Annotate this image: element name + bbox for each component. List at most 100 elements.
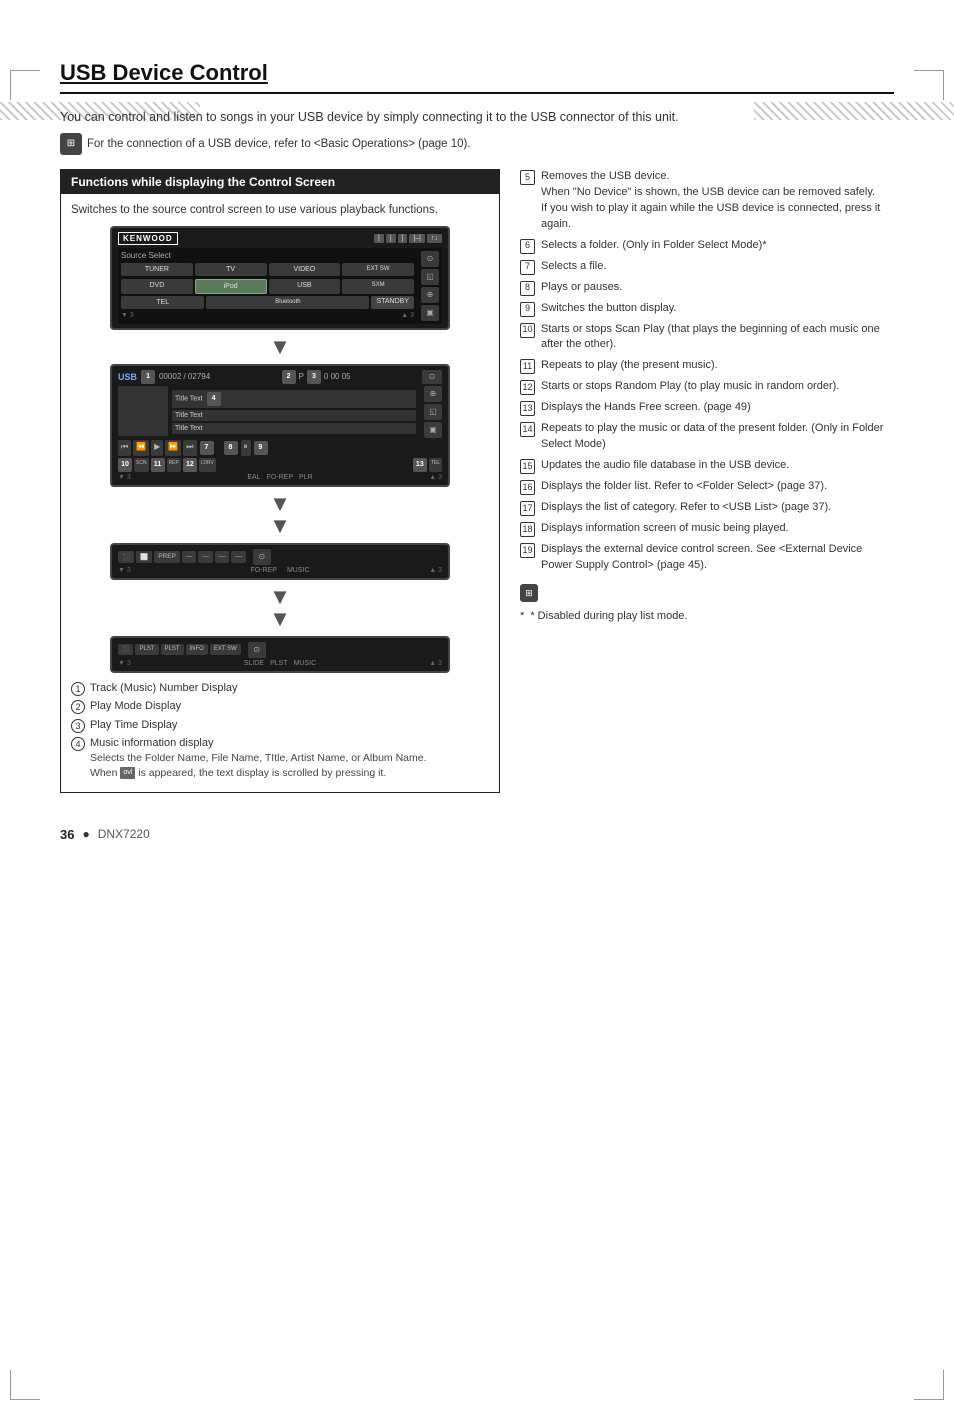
right-item-19: 19 Displays the external device control … — [520, 542, 894, 574]
sq-14: 14 — [520, 422, 535, 437]
uc-prev-prev[interactable]: ⏮ — [118, 440, 131, 456]
src-tel[interactable]: TEL — [121, 296, 204, 309]
src-ext[interactable]: EXT SW — [342, 263, 414, 276]
badge-9: 9 — [254, 441, 268, 455]
badge-12: 12 — [183, 458, 197, 472]
side-icon-2[interactable]: ◱ — [421, 269, 439, 285]
src-tuner[interactable]: TUNER — [121, 263, 193, 276]
right-item-9: 9 Switches the button display. — [520, 301, 894, 317]
right-item-6: 6 Selects a folder. (Only in Folder Sele… — [520, 238, 894, 254]
s3-prep[interactable]: PREP — [154, 551, 180, 563]
note-bottom: * * Disabled during play list mode. — [520, 610, 894, 622]
top-btn-5[interactable]: ↑↓ — [427, 234, 442, 243]
vol-right: ▲ 3 — [401, 312, 414, 319]
right-item-18: 18 Displays information screen of music … — [520, 521, 894, 537]
uc-tel[interactable]: TEL — [429, 458, 442, 472]
usb-side-icons: ⊕ ◱ ▣ — [424, 386, 442, 438]
src-sxm[interactable]: SXM — [342, 279, 414, 294]
right-item-15: 15 Updates the audio file database in th… — [520, 458, 894, 474]
uc-idrv[interactable]: i.DRV — [199, 458, 216, 472]
right-item-12: 12 Starts or stops Random Play (to play … — [520, 379, 894, 395]
s4-btn-extsw[interactable]: EXT SW — [210, 644, 241, 655]
lbl-plr: PLR — [299, 474, 313, 481]
src-usb[interactable]: USB — [269, 279, 341, 294]
source-row3: TEL Bluetooth STANDBY — [121, 296, 414, 309]
item-text-6: Selects a folder. (Only in Folder Select… — [541, 238, 894, 254]
bullet: ● — [82, 827, 89, 841]
badge-7: 7 — [200, 441, 214, 455]
badge-8: 8 — [224, 441, 238, 455]
right-item-17: 17 Displays the list of category. Refer … — [520, 500, 894, 516]
side-icon-3[interactable]: ⊕ — [421, 287, 439, 303]
screen4: ⬛ PLST PLST INFO EXT SW ⊙ ▼ 3 SLIDE — [110, 636, 450, 673]
source-row2: DVD iPod USB SXM — [121, 279, 414, 294]
functions-box: Functions while displaying the Control S… — [60, 169, 500, 793]
src-video[interactable]: VIDEO — [269, 263, 341, 276]
usb-side-3[interactable]: ▣ — [424, 422, 442, 438]
usb-control-row: ⏮ ⏪ ▶ ⏩ ⏭ 7 8 ⏸ 9 — [118, 440, 442, 456]
s4-btn1[interactable]: ⬛ — [118, 644, 133, 655]
item-text-9: Switches the button display. — [541, 301, 894, 317]
sq-10: 10 — [520, 323, 535, 338]
s3-side[interactable]: ⊙ — [253, 549, 271, 565]
screen-kenwood-bar: KENWOOD | | | |–| ↑↓ Source Selec — [110, 226, 450, 330]
right-items-list: 5 Removes the USB device.When "No Device… — [520, 169, 894, 574]
s3-btn3[interactable]: — — [182, 551, 197, 563]
screen3: ⬛ ⬜ PREP — — — — ⊙ ▼ 3 — [110, 543, 450, 580]
src-ipod[interactable]: iPod — [195, 279, 267, 294]
side-icons: ⊙ ◱ ⊕ ▣ — [421, 251, 439, 321]
src-bt[interactable]: Bluetooth — [206, 296, 369, 309]
side-icon-4[interactable]: ▣ — [421, 305, 439, 321]
source-grid-area: Source Select TUNER TV VIDEO EXT SW DVD … — [121, 251, 414, 321]
s4-btn-plst2[interactable]: PLST — [161, 644, 184, 655]
top-btn-1[interactable]: | — [374, 234, 384, 243]
uc-space — [217, 440, 221, 456]
circle-2: 2 — [71, 700, 85, 714]
uc-next-next[interactable]: ⏭ — [183, 440, 196, 456]
usb-side-2[interactable]: ◱ — [424, 404, 442, 420]
item-text-19: Displays the external device control scr… — [541, 542, 894, 574]
lbl-forep: FO-REP — [267, 474, 293, 481]
screen-bottom: ▼ 3 ▲ 3 — [121, 312, 414, 319]
usb-vol-r: ▲ 3 — [429, 474, 442, 481]
uc-prev[interactable]: ⏪ — [133, 440, 149, 456]
side-icon-1[interactable]: ⊙ — [421, 251, 439, 267]
top-btn-2[interactable]: | — [386, 234, 396, 243]
src-tv[interactable]: TV — [195, 263, 267, 276]
page-model: DNX7220 — [98, 827, 150, 841]
src-dvd[interactable]: DVD — [121, 279, 193, 294]
item-text-15: Updates the audio file database in the U… — [541, 458, 894, 474]
item-text-16: Displays the folder list. Refer to <Fold… — [541, 479, 894, 495]
uc-next[interactable]: ⏩ — [165, 440, 181, 456]
s3-btn6[interactable]: — — [231, 551, 246, 563]
badge-3: 3 — [307, 370, 321, 384]
uc-pause[interactable]: ⏸ — [241, 440, 251, 456]
s4-vol-r: ▲ 3 — [429, 660, 442, 667]
ovl-icon: ovl — [120, 767, 135, 779]
s3-btn4[interactable]: — — [198, 551, 213, 563]
s4-btn-plst1[interactable]: PLST — [135, 644, 158, 655]
sq-16: 16 — [520, 480, 535, 495]
right-column: 5 Removes the USB device.When "No Device… — [520, 169, 894, 622]
s4-btn-info[interactable]: INFO — [186, 644, 208, 655]
sq-12: 12 — [520, 380, 535, 395]
item-text-10: Starts or stops Scan Play (that plays th… — [541, 322, 894, 354]
top-btn-4[interactable]: |–| — [409, 234, 425, 243]
s3-btn5[interactable]: — — [215, 551, 230, 563]
sq-15: 15 — [520, 459, 535, 474]
play-status: 2 P 3 0 00 05 — [282, 370, 351, 384]
uc-play[interactable]: ▶ — [151, 440, 163, 456]
src-standby[interactable]: STANDBY — [371, 296, 414, 309]
usb-bottom-labels: EAL FO-REP PLR — [247, 474, 312, 481]
sq-19: 19 — [520, 543, 535, 558]
usb-side-icon[interactable]: ⊙ — [422, 370, 442, 384]
uc-scn[interactable]: SCN — [134, 458, 149, 472]
corner-mark-tl — [10, 70, 40, 100]
note-icon-small: ⊞ — [520, 584, 538, 602]
s4-side[interactable]: ⊙ — [248, 642, 266, 658]
s3-btn2[interactable]: ⬜ — [136, 551, 152, 563]
s3-btn1[interactable]: ⬛ — [118, 551, 134, 563]
uc-rep[interactable]: REP — [167, 458, 181, 472]
usb-side-1[interactable]: ⊕ — [424, 386, 442, 402]
top-btn-3[interactable]: | — [398, 234, 408, 243]
